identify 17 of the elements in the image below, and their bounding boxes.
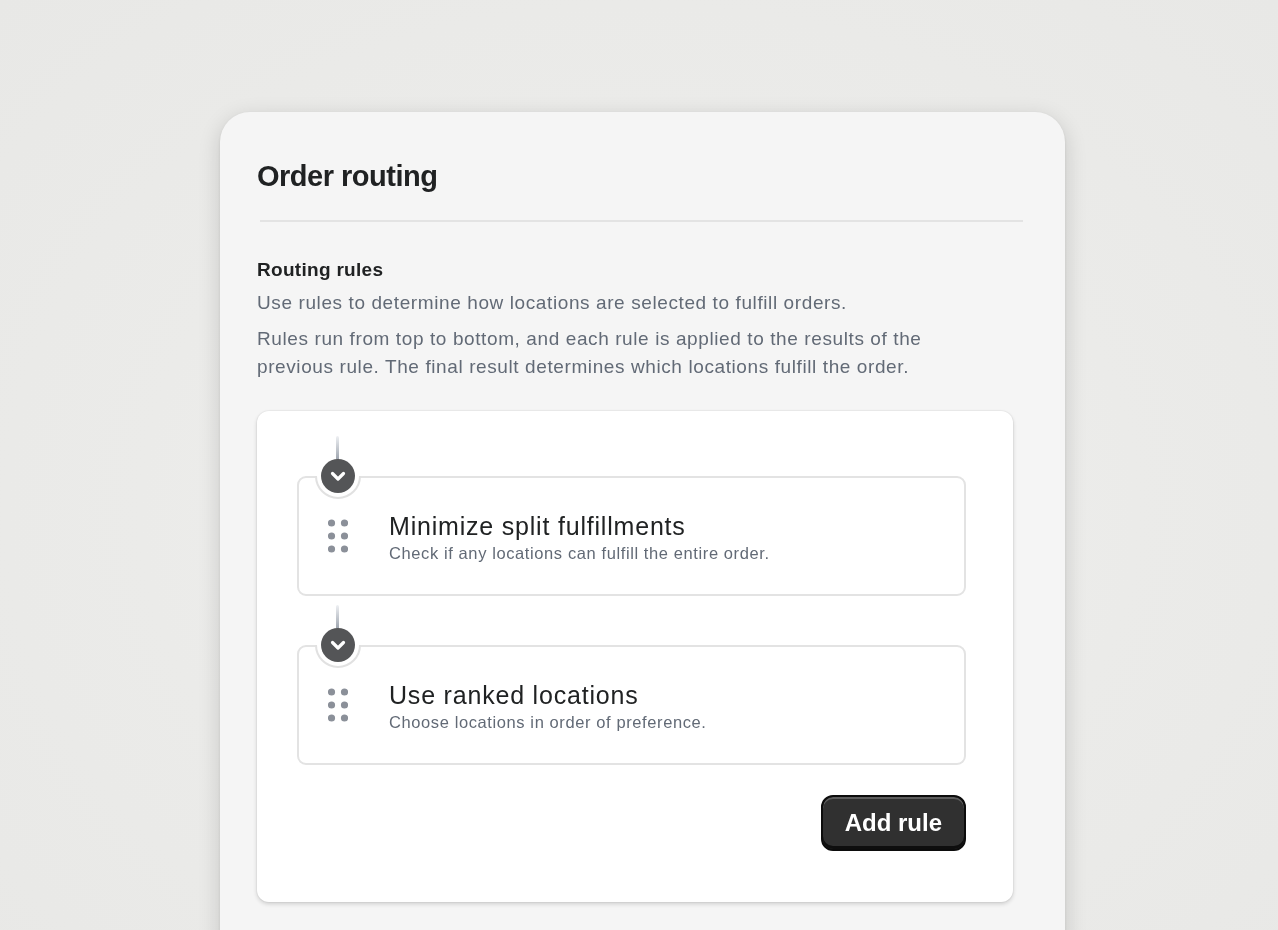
- section-description: Use rules to determine how locations are selected to fulfill orders.: [257, 291, 848, 315]
- drag-handle-icon[interactable]: [328, 688, 348, 722]
- rule-title: Use ranked locations: [389, 680, 640, 711]
- panel-title: Order routing: [257, 159, 439, 194]
- connector-line: [336, 605, 339, 629]
- drag-handle-icon[interactable]: [328, 519, 348, 553]
- section-description: Rules run from top to bottom, and each rule is applied to the results of the previous rule. The final result determines which locations fulfill the order.: [257, 327, 923, 379]
- rule-title: Minimize split fulfillments: [389, 511, 687, 542]
- rule-description: Choose locations in order of preference.: [389, 712, 707, 733]
- rule-description: Check if any locations can fulfill the entire order.: [389, 543, 770, 564]
- section-heading: Routing rules: [257, 258, 385, 282]
- add-rule-button[interactable]: Add rule: [820, 795, 966, 851]
- rule-card[interactable]: Minimize split fulfillments Check if any locations can fulfill the entire order.: [297, 476, 966, 596]
- rule-card[interactable]: Use ranked locations Choose locations in order of preference.: [297, 645, 966, 765]
- chevron-circle-icon[interactable]: [315, 459, 361, 499]
- connector-line: [336, 436, 339, 460]
- chevron-circle-icon[interactable]: [315, 628, 361, 668]
